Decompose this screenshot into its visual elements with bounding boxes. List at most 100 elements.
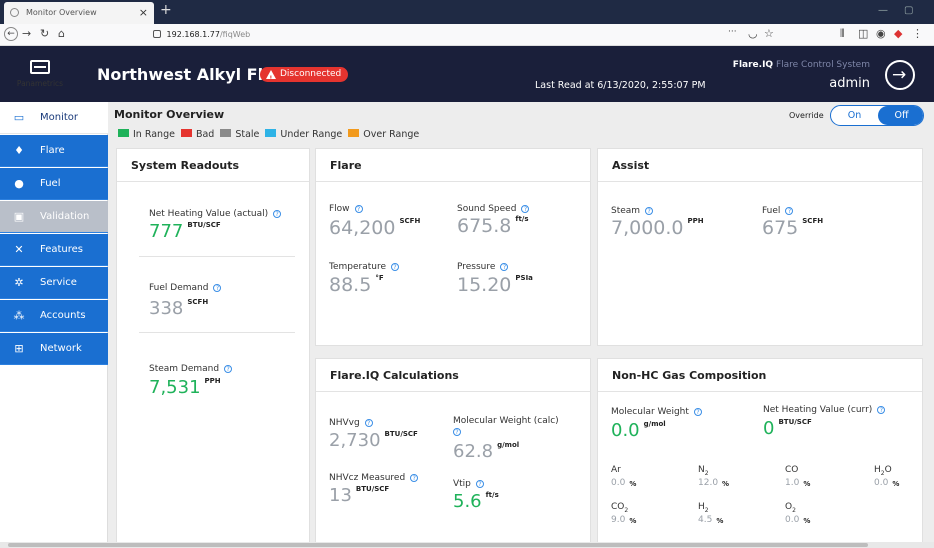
panametrics-logo-icon	[30, 60, 50, 74]
sound-speed-label: Sound Speed?	[457, 204, 530, 214]
sidebar-item-accounts[interactable]: ⁂ Accounts	[0, 300, 108, 332]
assist-steam-number: 7,000.0	[611, 217, 684, 239]
account-icon[interactable]: ◉	[876, 27, 886, 40]
gas-subscript: 2	[624, 506, 629, 514]
nhvvg-label-text: NHVvg	[329, 418, 360, 428]
gas-name: N2	[698, 465, 709, 477]
horizontal-scrollbar[interactable]	[0, 542, 934, 548]
temperature-value: 88.5 °F	[329, 274, 384, 296]
help-icon[interactable]: ?	[364, 419, 373, 427]
nonhc-nhv-number: 0	[763, 418, 775, 439]
pressure-label-text: Pressure	[457, 262, 496, 272]
override-toggle[interactable]: On Off	[830, 105, 924, 126]
divider	[139, 332, 295, 333]
tab-close-icon[interactable]: ×	[139, 2, 148, 23]
address-bar[interactable]: 192.168.1.77/fiqWeb	[147, 27, 747, 43]
app-header: Panametrics Northwest Alkyl Flare Discon…	[0, 46, 934, 102]
card-title: Non-HC Gas Composition	[598, 359, 922, 392]
brand-rest: Flare Control System	[773, 60, 870, 70]
help-icon[interactable]: ?	[453, 428, 461, 436]
gas-value-number: 0.0	[785, 515, 800, 525]
override-off-button[interactable]: Off	[878, 106, 923, 125]
gas-symbol: CO	[611, 502, 625, 512]
forward-icon[interactable]: →	[22, 27, 31, 40]
sidebar-item-features[interactable]: ✕ Features	[0, 234, 108, 266]
nonhc-nhv-value: 0 BTU/SCF	[763, 418, 812, 439]
sidebar-item-label: Accounts	[40, 310, 86, 321]
help-icon[interactable]: ?	[645, 207, 654, 215]
fuel-demand-label-text: Fuel Demand	[149, 283, 209, 293]
sidebar-item-monitor[interactable]: ▭ Monitor	[0, 102, 108, 134]
sidebar-item-flare[interactable]: ♦ Flare	[0, 135, 108, 167]
sidebar-item-validation[interactable]: ▣ Validation	[0, 201, 108, 233]
gas-value: 9.0%	[611, 515, 636, 525]
bookmark-star-icon[interactable]: ☆	[764, 27, 774, 40]
logout-icon[interactable]	[885, 60, 915, 90]
library-icon[interactable]: ⫴	[840, 27, 845, 41]
gas-value-unit: %	[722, 480, 730, 488]
nhvcz-label-text: NHVcz Measured	[329, 473, 406, 483]
flare-card: Flare Flow? 64,200 SCFH Sound Speed? 675.…	[315, 148, 591, 346]
help-icon[interactable]: ?	[213, 284, 222, 292]
home-icon[interactable]: ⌂	[58, 27, 65, 40]
help-icon[interactable]: ?	[475, 480, 484, 488]
assist-steam-label-text: Steam	[611, 206, 641, 216]
gas-value: 4.5%	[698, 515, 723, 525]
main-content: Monitor Overview In Range Bad Stale Under R…	[108, 102, 934, 548]
system-readouts-card: System Readouts Net Heating Value (actua…	[116, 148, 310, 548]
flow-number: 64,200	[329, 217, 396, 239]
help-icon[interactable]: ?	[693, 408, 702, 416]
flow-label: Flow?	[329, 204, 363, 214]
sidebar-toggle-icon[interactable]: ◫	[858, 27, 868, 40]
help-icon[interactable]: ?	[521, 205, 530, 213]
gas-symbol: CO	[785, 465, 799, 475]
vtip-value: 5.6 ft/s	[453, 491, 499, 512]
help-icon[interactable]: ?	[785, 207, 794, 215]
help-icon[interactable]: ?	[877, 406, 886, 414]
maximize-icon[interactable]: ▢	[904, 5, 913, 16]
nonhc-mw-value: 0.0 g/mol	[611, 420, 666, 441]
sidebar-item-label: Fuel	[40, 178, 61, 189]
nhvcz-label: NHVcz Measured?	[329, 473, 419, 483]
nhvvg-value: 2,730 BTU/SCF	[329, 430, 418, 451]
help-icon[interactable]: ?	[273, 210, 282, 218]
sidebar-item-network[interactable]: ⊞ Network	[0, 333, 108, 365]
nhv-actual-unit: BTU/SCF	[187, 221, 221, 229]
help-icon[interactable]: ?	[224, 365, 233, 373]
minimize-icon[interactable]: —	[878, 5, 888, 16]
help-icon[interactable]: ?	[500, 263, 509, 271]
assist-fuel-value: 675 SCFH	[762, 217, 823, 239]
sound-speed-label-text: Sound Speed	[457, 204, 517, 214]
status-legend: In Range Bad Stale Under Range Over Range	[118, 129, 425, 140]
new-tab-icon[interactable]: +	[160, 2, 172, 18]
sidebar-item-fuel[interactable]: ● Fuel	[0, 168, 108, 200]
gas-value-number: 12.0	[698, 478, 719, 488]
page-actions-icon[interactable]: ···	[728, 27, 737, 37]
extension-icon[interactable]: ◆	[894, 27, 902, 40]
status-badge: Disconnected	[260, 67, 349, 86]
help-icon[interactable]: ?	[391, 263, 400, 271]
help-icon[interactable]: ?	[410, 474, 419, 482]
legend-swatch	[220, 129, 232, 137]
pocket-icon[interactable]: ◡	[748, 27, 758, 40]
brand-label: Flare.IQ Flare Control System	[720, 60, 870, 70]
gears-icon: ✲	[14, 276, 24, 289]
override-on-button[interactable]: On	[831, 106, 878, 125]
browser-nav-bar: ← → ↻ ⌂ 192.168.1.77/fiqWeb ··· ◡ ☆ ⫴ ◫ …	[0, 24, 934, 46]
pressure-label: Pressure?	[457, 262, 509, 272]
vtip-number: 5.6	[453, 491, 482, 512]
gas-value-number: 4.5	[698, 515, 713, 525]
back-icon[interactable]: ←	[4, 27, 18, 41]
sidebar-item-service[interactable]: ✲ Service	[0, 267, 108, 299]
browser-tab[interactable]: Monitor Overview ×	[4, 2, 154, 24]
mw-calc-number: 62.8	[453, 441, 494, 462]
help-icon[interactable]: ?	[354, 205, 363, 213]
reload-icon[interactable]: ↻	[40, 27, 49, 40]
temperature-label-text: Temperature	[329, 262, 387, 272]
nonhc-nhv-unit: BTU/SCF	[778, 418, 812, 426]
fuel-demand-number: 338	[149, 298, 184, 319]
legend-label: In Range	[133, 129, 175, 140]
legend-item: In Range	[118, 129, 175, 140]
scrollbar-thumb[interactable]	[8, 543, 868, 547]
menu-icon[interactable]: ⋮	[912, 27, 923, 40]
